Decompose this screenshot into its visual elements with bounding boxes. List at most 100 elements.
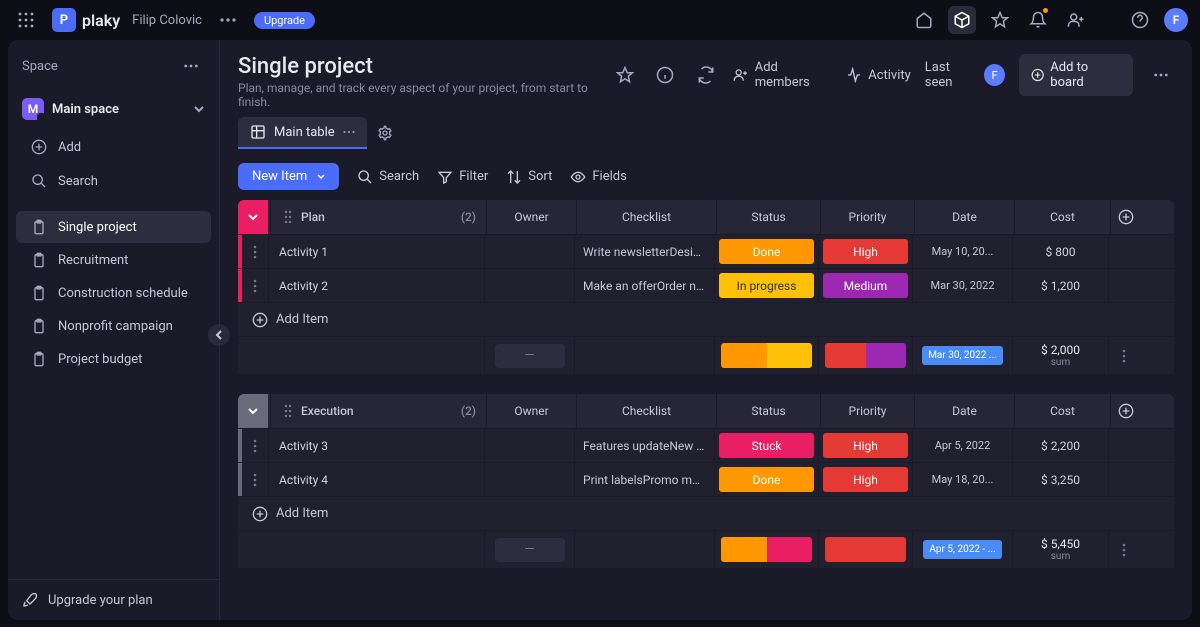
column-header-owner[interactable]: Owner (486, 200, 576, 234)
summary-cost[interactable]: $ 2,000sum (1012, 337, 1108, 374)
tab-more-icon[interactable] (343, 130, 355, 134)
cell-checklist[interactable]: Features updateNew tec... (574, 429, 714, 462)
user-avatar[interactable]: F (1164, 8, 1188, 32)
cell-status[interactable]: Stuck (714, 429, 818, 462)
cell-cost[interactable]: $ 1,200 (1012, 269, 1108, 302)
add-members-button[interactable]: Add members (733, 60, 832, 90)
row-drag-icon[interactable] (242, 463, 268, 496)
cell-owner[interactable] (484, 269, 574, 302)
cell-status[interactable]: Done (714, 463, 818, 496)
help-icon[interactable] (1126, 6, 1154, 34)
add-to-board-button[interactable]: Add to board (1019, 54, 1133, 96)
star-outline-icon[interactable] (611, 61, 638, 89)
cell-owner[interactable] (484, 463, 574, 496)
cell-priority[interactable]: High (818, 429, 912, 462)
apps-grid-icon[interactable] (12, 6, 40, 34)
column-header-checklist[interactable]: Checklist (576, 394, 716, 428)
column-header-owner[interactable]: Owner (486, 394, 576, 428)
summary-priority[interactable] (818, 337, 912, 374)
group-name-cell[interactable]: Execution(2) (270, 394, 486, 428)
sidebar-more-icon[interactable] (177, 52, 205, 80)
sidebar-item-board[interactable]: Single project (16, 211, 211, 243)
column-header-priority[interactable]: Priority (820, 394, 914, 428)
sidebar-item-board[interactable]: Nonprofit campaign (16, 310, 211, 342)
cell-date[interactable]: Mar 30, 2022 (912, 269, 1012, 302)
cell-priority[interactable]: High (818, 463, 912, 496)
cell-date[interactable]: May 10, 20... (912, 235, 1012, 268)
upgrade-plan[interactable]: Upgrade your plan (8, 579, 219, 620)
sidebar-add[interactable]: Add (16, 131, 211, 163)
cell-priority[interactable]: Medium (818, 269, 912, 302)
cell-cost[interactable]: $ 2,200 (1012, 429, 1108, 462)
board-more-icon[interactable] (1147, 61, 1174, 89)
row-drag-icon[interactable] (242, 235, 268, 268)
sidebar-item-board[interactable]: Construction schedule (16, 277, 211, 309)
toolbar-filter[interactable]: Filter (437, 169, 488, 185)
table-row[interactable]: Activity 3 Features updateNew tec... Stu… (238, 428, 1174, 462)
new-item-button[interactable]: New Item (238, 163, 339, 190)
cell-status[interactable]: Done (714, 235, 818, 268)
current-user-name[interactable]: Filip Colovic (132, 13, 202, 28)
cell-name[interactable]: Activity 3 (268, 429, 484, 462)
cell-status[interactable]: In progress (714, 269, 818, 302)
bell-icon[interactable] (1024, 6, 1052, 34)
summary-more-icon[interactable] (1108, 337, 1138, 374)
cell-checklist[interactable]: Print labelsPromo materi... (574, 463, 714, 496)
add-item-row[interactable]: Add Item (238, 302, 1174, 336)
table-row[interactable]: Activity 4 Print labelsPromo materi... D… (238, 462, 1174, 496)
summary-owner[interactable]: — (484, 531, 574, 568)
table-row[interactable]: Activity 1 Write newsletterDesign r... D… (238, 234, 1174, 268)
summary-more-icon[interactable] (1108, 531, 1138, 568)
table-row[interactable]: Activity 2 Make an offerOrder new l... I… (238, 268, 1174, 302)
summary-status[interactable] (714, 531, 818, 568)
cell-cost[interactable]: $ 3,250 (1012, 463, 1108, 496)
last-seen[interactable]: Last seen F (925, 60, 1005, 90)
sidebar-search[interactable]: Search (16, 165, 211, 197)
summary-status[interactable] (714, 337, 818, 374)
main-table-tab[interactable]: Main table (238, 117, 367, 147)
cell-priority[interactable]: High (818, 235, 912, 268)
space-selector[interactable]: M Main space (8, 92, 219, 130)
cell-owner[interactable] (484, 235, 574, 268)
cell-name[interactable]: Activity 1 (268, 235, 484, 268)
column-header-cost[interactable]: Cost (1014, 200, 1110, 234)
summary-priority[interactable] (818, 531, 912, 568)
summary-owner[interactable]: — (484, 337, 574, 374)
column-header-date[interactable]: Date (914, 200, 1014, 234)
collapse-group-icon[interactable] (238, 200, 268, 234)
drag-handle-icon[interactable] (281, 210, 295, 224)
group-name-cell[interactable]: Plan(2) (270, 200, 486, 234)
home-icon[interactable] (910, 6, 938, 34)
add-column-icon[interactable] (1110, 394, 1140, 428)
invite-icon[interactable] (1062, 6, 1090, 34)
activity-button[interactable]: Activity (846, 67, 911, 83)
star-icon[interactable] (986, 6, 1014, 34)
add-item-row[interactable]: Add Item (238, 496, 1174, 530)
cell-date[interactable]: Apr 5, 2022 (912, 429, 1012, 462)
cell-name[interactable]: Activity 2 (268, 269, 484, 302)
collapse-sidebar-icon[interactable] (208, 324, 230, 346)
collapse-group-icon[interactable] (238, 394, 268, 428)
add-column-icon[interactable] (1110, 200, 1140, 234)
sidebar-item-board[interactable]: Recruitment (16, 244, 211, 276)
column-header-cost[interactable]: Cost (1014, 394, 1110, 428)
toolbar-search[interactable]: Search (357, 169, 419, 185)
info-icon[interactable] (652, 61, 679, 89)
column-header-priority[interactable]: Priority (820, 200, 914, 234)
row-drag-icon[interactable] (242, 429, 268, 462)
more-icon[interactable] (214, 6, 242, 34)
toolbar-fields[interactable]: Fields (570, 169, 626, 185)
drag-handle-icon[interactable] (281, 404, 295, 418)
cell-cost[interactable]: $ 800 (1012, 235, 1108, 268)
summary-cost[interactable]: $ 5,450sum (1012, 531, 1108, 568)
column-header-checklist[interactable]: Checklist (576, 200, 716, 234)
package-icon[interactable] (948, 6, 976, 34)
cell-owner[interactable] (484, 429, 574, 462)
summary-date[interactable]: Apr 5, 2022 - ... (912, 531, 1012, 568)
summary-date[interactable]: Mar 30, 2022 ... (912, 337, 1012, 374)
cell-name[interactable]: Activity 4 (268, 463, 484, 496)
row-drag-icon[interactable] (242, 269, 268, 302)
toolbar-sort[interactable]: Sort (506, 169, 552, 185)
logo[interactable]: P plaky (52, 8, 120, 32)
column-header-status[interactable]: Status (716, 200, 820, 234)
